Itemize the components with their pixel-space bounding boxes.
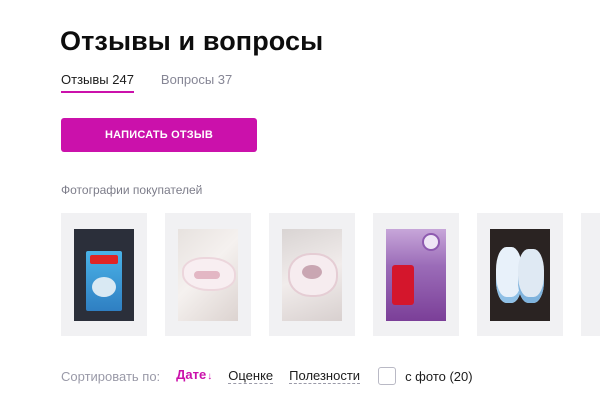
sort-bar: Сортировать по: Дате↓ Оценке Полезности … <box>61 367 473 385</box>
customer-photos-gallery <box>61 213 600 336</box>
photo-image <box>386 228 446 321</box>
tab-questions[interactable]: Вопросы 37 <box>161 72 232 93</box>
customer-photo-5[interactable] <box>477 213 563 336</box>
customer-photo-4[interactable] <box>373 213 459 336</box>
sort-by-date[interactable]: Дате↓ <box>176 367 212 385</box>
customer-photo-2[interactable] <box>165 213 251 336</box>
with-photo-checkbox[interactable] <box>378 367 397 385</box>
arrow-down-icon: ↓ <box>207 371 213 382</box>
with-photo-label[interactable]: с фото (20) <box>405 369 473 384</box>
sort-by-date-label: Дате <box>176 367 207 382</box>
photo-image <box>178 228 238 321</box>
photo-image <box>74 228 134 321</box>
customer-photos-title: Фотографии покупателей <box>61 183 203 197</box>
photo-image <box>282 228 342 321</box>
review-tabs: Отзывы 247 Вопросы 37 <box>61 72 232 93</box>
write-review-button[interactable]: НАПИСАТЬ ОТЗЫВ <box>61 118 257 152</box>
customer-photo-3[interactable] <box>269 213 355 336</box>
page-title: Отзывы и вопросы <box>60 26 324 56</box>
photo-image <box>490 228 550 321</box>
sort-by-usefulness[interactable]: Полезности <box>289 368 361 384</box>
sort-label: Сортировать по: <box>61 368 161 384</box>
tab-reviews[interactable]: Отзывы 247 <box>61 72 134 93</box>
customer-photo-6[interactable] <box>581 213 600 336</box>
customer-photo-1[interactable] <box>61 213 147 336</box>
sort-by-rating[interactable]: Оценке <box>228 368 274 384</box>
